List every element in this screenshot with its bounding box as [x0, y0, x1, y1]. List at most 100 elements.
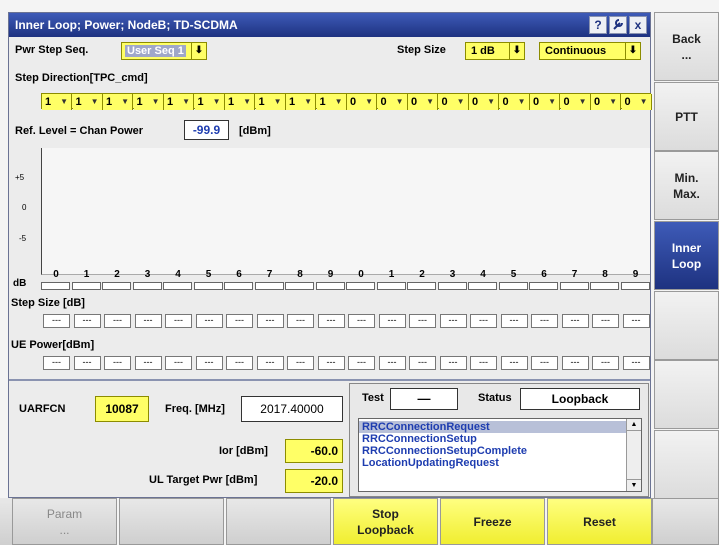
- x-index-label: 3: [449, 269, 456, 280]
- step-size-cell: ---: [622, 314, 650, 328]
- step-size-cell: ---: [226, 314, 253, 328]
- message-item[interactable]: RRCConnectionSetup: [359, 433, 627, 445]
- chevron-down-icon: ▼: [273, 97, 282, 106]
- step-size-cells: --- --- --- --- --- --- --- --- --- --- --- --- --- -…: [41, 314, 651, 330]
- softkey-2[interactable]: PTT: [654, 82, 719, 151]
- step-direction-cell[interactable]: 0 ▼: [591, 94, 621, 110]
- scroll-down-icon[interactable]: ▼: [627, 479, 641, 491]
- index-marker-box: [132, 282, 162, 290]
- help-icon[interactable]: ?: [589, 16, 607, 34]
- x-index-label: 6: [236, 269, 242, 280]
- index-marker-box: [193, 282, 223, 290]
- ul-target-label: UL Target Pwr [dBm]: [149, 474, 258, 486]
- step-direction-cell[interactable]: 0 ▼: [438, 94, 469, 110]
- step-direction-cell[interactable]: 0 ▼: [621, 94, 652, 110]
- x-index-label: 0: [53, 269, 59, 280]
- bottom-key-5[interactable]: Freeze: [440, 498, 545, 545]
- step-direction-cell[interactable]: 1 ▼: [286, 94, 316, 110]
- chevron-down-icon: ▼: [304, 97, 312, 106]
- step-size-cell: ---: [348, 314, 375, 328]
- ue-power-cell: ---: [104, 356, 131, 370]
- message-scrollbar[interactable]: ▲ ▼: [626, 419, 641, 491]
- softkey-4[interactable]: Inner Loop: [654, 221, 719, 290]
- step-direction-value: 0: [380, 96, 387, 108]
- index-marker-box: [71, 282, 101, 290]
- scroll-up-icon[interactable]: ▲: [627, 419, 641, 431]
- ue-power-cell: ---: [287, 356, 314, 370]
- bottom-key-label-line1: Stop: [372, 506, 399, 521]
- step-size-cell: ---: [195, 314, 223, 328]
- bottom-key-label-line2: ...: [59, 522, 70, 537]
- chevron-down-icon: ▼: [334, 97, 343, 106]
- step-size-value: 1 dB: [471, 45, 495, 57]
- step-direction-cell[interactable]: 0 ▼: [560, 94, 591, 110]
- x-index-label: 2: [419, 269, 425, 280]
- step-direction-value: 1: [75, 96, 82, 108]
- softkey-5[interactable]: [654, 291, 719, 360]
- bottom-key-1[interactable]: Param...: [12, 498, 117, 545]
- step-direction-cell[interactable]: 0 ▼: [377, 94, 408, 110]
- x-index-label: 1: [388, 269, 395, 280]
- mode-select[interactable]: Continuous ⬇: [539, 42, 641, 60]
- inner-loop-plot: [41, 148, 650, 275]
- step-direction-cell[interactable]: 0 ▼: [499, 94, 530, 110]
- pwr-step-seq-select[interactable]: User Seq 1 ⬇: [121, 42, 207, 60]
- ior-input[interactable]: -60.0: [285, 439, 343, 463]
- step-direction-value: 0: [411, 96, 418, 108]
- step-direction-cell[interactable]: 1 ▼: [42, 94, 72, 110]
- step-size-row-label: Step Size [dB]: [11, 297, 85, 309]
- step-direction-value: 1: [197, 96, 204, 108]
- close-icon[interactable]: x: [629, 16, 647, 34]
- message-item[interactable]: RRCConnectionSetupComplete: [359, 445, 627, 457]
- index-marker-box: [41, 282, 70, 290]
- softkey-3[interactable]: Min. Max.: [654, 151, 719, 220]
- status-value: Loopback: [520, 388, 640, 410]
- ytick-minus5: -5: [19, 234, 27, 243]
- freq-value[interactable]: 2017.40000: [241, 396, 343, 422]
- bottom-key-6[interactable]: Reset: [547, 498, 652, 545]
- bottom-key-2[interactable]: [119, 498, 224, 545]
- bottom-key-label-line1: Reset: [583, 514, 616, 529]
- step-direction-cell[interactable]: 0 ▼: [469, 94, 499, 110]
- step-direction-cell[interactable]: 1 ▼: [316, 94, 347, 110]
- bottom-key-4[interactable]: Stop Loopback: [333, 498, 438, 545]
- x-index-label: 7: [266, 269, 273, 280]
- step-direction-cell[interactable]: 1 ▼: [194, 94, 225, 110]
- step-size-cell: ---: [561, 314, 589, 328]
- step-direction-cell[interactable]: 1 ▼: [133, 94, 164, 110]
- step-direction-cell[interactable]: 1 ▼: [103, 94, 133, 110]
- bottom-key-label-line2: Loopback: [357, 522, 414, 537]
- chevron-down-icon: ▼: [395, 97, 404, 106]
- ref-level-value[interactable]: -99.9: [184, 120, 229, 140]
- step-direction-value: 1: [289, 96, 296, 108]
- message-list[interactable]: RRCConnectionRequest RRCConnectionSetup RR…: [358, 418, 642, 492]
- step-direction-cell[interactable]: 1 ▼: [72, 94, 103, 110]
- bottom-key-3[interactable]: [226, 498, 331, 545]
- step-size-cell: ---: [256, 314, 284, 328]
- step-size-select[interactable]: 1 dB ⬇: [465, 42, 525, 60]
- wrench-icon[interactable]: [609, 16, 627, 34]
- step-direction-cell[interactable]: 1 ▼: [225, 94, 255, 110]
- ue-power-cell: ---: [409, 356, 436, 370]
- index-marker-box: [163, 282, 192, 290]
- ul-target-input[interactable]: -20.0: [285, 469, 343, 493]
- step-direction-cell[interactable]: 0 ▼: [530, 94, 560, 110]
- chevron-down-icon: ▼: [121, 97, 129, 106]
- x-index-label: 3: [144, 269, 151, 280]
- message-item[interactable]: RRCConnectionRequest: [359, 421, 627, 433]
- step-direction-cell[interactable]: 1 ▼: [255, 94, 286, 110]
- step-direction-value: 0: [350, 96, 357, 108]
- step-direction-cell[interactable]: 0 ▼: [347, 94, 377, 110]
- chevron-down-icon: ▼: [578, 97, 587, 106]
- softkey-1[interactable]: Back...: [654, 12, 719, 81]
- uarfcn-input[interactable]: 10087: [95, 396, 149, 422]
- ue-power-cell: ---: [378, 356, 406, 370]
- step-direction-cell[interactable]: 1 ▼: [164, 94, 194, 110]
- ytick-0: 0: [22, 203, 27, 212]
- softkey-6[interactable]: [654, 360, 719, 429]
- message-item[interactable]: LocationUpdatingRequest: [359, 457, 627, 469]
- softkey-7[interactable]: [654, 430, 719, 499]
- pwr-step-seq-label: Pwr Step Seq.: [15, 44, 89, 56]
- ue-power-cell: ---: [256, 356, 284, 370]
- step-direction-cell[interactable]: 0 ▼: [408, 94, 438, 110]
